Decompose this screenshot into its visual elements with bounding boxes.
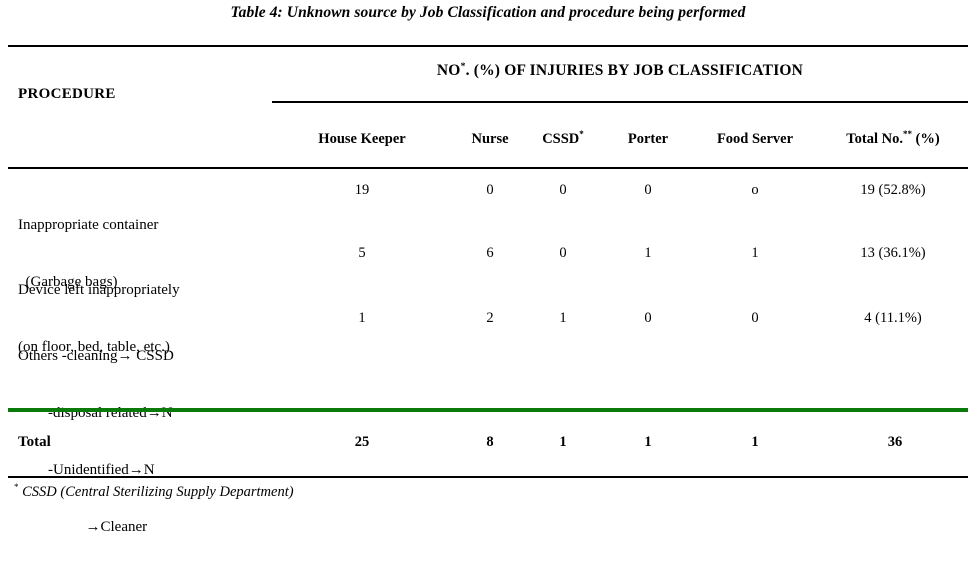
footnote-rule bbox=[8, 476, 968, 478]
cell-value: 0 bbox=[751, 310, 759, 326]
procedure-line: -disposal related→N bbox=[18, 405, 173, 421]
cell-value: 2 bbox=[486, 310, 494, 326]
column-header-porter: Porter bbox=[628, 131, 668, 148]
group-header-suffix: . (%) OF INJURIES BY JOB CLASSIFICATION bbox=[465, 62, 804, 79]
column-header-nurse: Nurse bbox=[471, 131, 508, 148]
column-header-marker: * bbox=[579, 129, 584, 140]
cell-value: 19 bbox=[354, 182, 370, 198]
table-page: Table 4: Unknown source by Job Classific… bbox=[0, 0, 976, 535]
procedure-line: Inappropriate container bbox=[18, 217, 159, 233]
cell-value: 1 bbox=[644, 245, 652, 261]
header-bottom-rule bbox=[8, 167, 968, 169]
column-header-label: Nurse bbox=[471, 131, 509, 147]
table-title: Table 4: Unknown source by Job Classific… bbox=[230, 4, 746, 21]
total-cell-value: 25 bbox=[354, 434, 370, 450]
column-header-suffix: (%) bbox=[911, 131, 940, 147]
cell-value: 0 bbox=[644, 310, 652, 326]
footnote-text: CSSD (Central Sterilizing Supply Departm… bbox=[18, 483, 294, 500]
column-header-food-server: Food Server bbox=[717, 131, 793, 148]
cell-value: 4 (11.1%) bbox=[864, 310, 922, 326]
procedure-line: →Cleaner bbox=[18, 519, 148, 535]
cell-value: 1 bbox=[751, 245, 759, 261]
group-header-rule bbox=[272, 101, 968, 103]
column-header-label: Total No. bbox=[846, 131, 903, 147]
footnote: * CSSD (Central Sterilizing Supply Depar… bbox=[14, 482, 294, 501]
procedure-line: Others -cleaning→ CSSD bbox=[18, 348, 174, 364]
column-header-label: House Keeper bbox=[318, 131, 406, 147]
column-header-label: Porter bbox=[627, 131, 669, 147]
column-header-marker: ** bbox=[902, 129, 912, 140]
total-cell-value: 1 bbox=[644, 434, 652, 450]
total-cell-value: 1 bbox=[751, 434, 759, 450]
cell-value: 0 bbox=[486, 182, 494, 198]
total-cell-value: 36 bbox=[887, 434, 903, 450]
cell-value: 19 (52.8%) bbox=[860, 182, 926, 198]
column-header-procedure: PROCEDURE bbox=[18, 86, 116, 102]
cell-value: o bbox=[751, 182, 759, 198]
total-separator-rule bbox=[8, 408, 968, 412]
column-header-label: Food Server bbox=[716, 131, 794, 147]
group-header-prefix: NO bbox=[436, 62, 461, 79]
column-header-house-keeper: House Keeper bbox=[318, 131, 405, 148]
total-cell-value: 8 bbox=[486, 434, 494, 450]
group-header: NO*. (%) OF INJURIES BY JOB CLASSIFICATI… bbox=[272, 62, 968, 80]
cell-value: 5 bbox=[358, 245, 366, 261]
cell-value: 1 bbox=[559, 310, 567, 326]
cell-value: 0 bbox=[644, 182, 652, 198]
column-header-label: CSSD bbox=[542, 131, 580, 147]
procedure-line: Device left inappropriately bbox=[18, 282, 180, 298]
cell-value: 6 bbox=[486, 245, 494, 261]
cell-value: 1 bbox=[358, 310, 366, 326]
cell-value: 0 bbox=[559, 245, 567, 261]
cell-value: 0 bbox=[559, 182, 567, 198]
total-row-label: Total bbox=[18, 434, 51, 450]
column-header-total: Total No.** (%) bbox=[846, 129, 940, 148]
table-top-rule bbox=[8, 45, 968, 47]
total-cell-value: 1 bbox=[559, 434, 567, 450]
column-header-cssd: CSSD* bbox=[542, 129, 584, 148]
cell-value: 13 (36.1%) bbox=[860, 245, 926, 261]
